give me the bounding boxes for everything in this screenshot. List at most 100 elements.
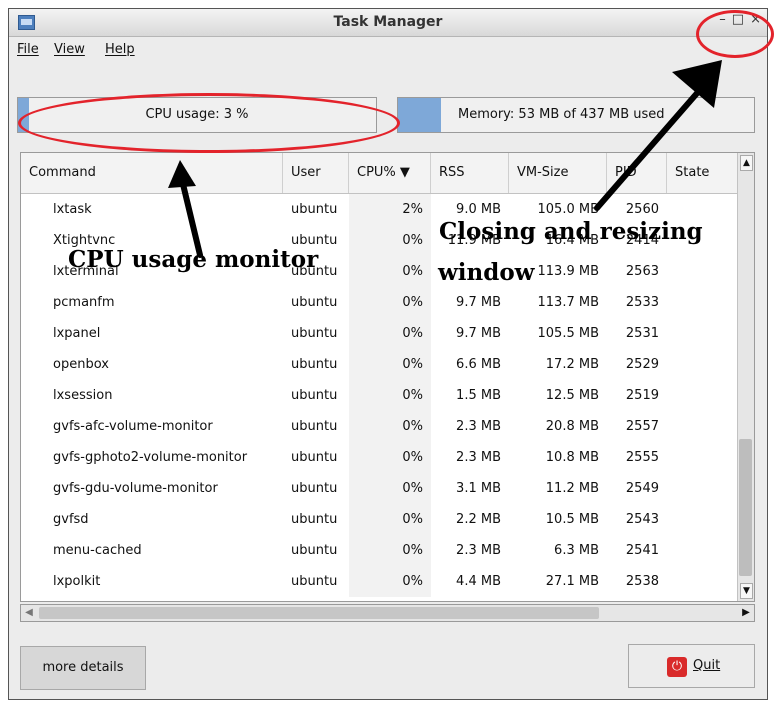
cpu-annotation-text: CPU usage monitor [68, 246, 319, 273]
cell-rss: 2.3 MB [456, 419, 501, 434]
cell-vm: 10.8 MB [545, 450, 599, 465]
table-row[interactable]: gvfs-gphoto2-volume-monitor ubuntu 0% 2.3 M… [21, 442, 739, 473]
cell-vm: 10.5 MB [545, 512, 599, 527]
window-annotation-text-line2: window [438, 259, 535, 286]
cell-state [667, 473, 739, 504]
cell-pid: 2557 [625, 419, 659, 434]
scroll-right-icon[interactable]: ▶ [739, 606, 753, 620]
cell-rss: 9.7 MB [456, 326, 501, 341]
table-row[interactable]: gvfs-afc-volume-monitor ubuntu 0% 2.3 MB 20.… [21, 411, 739, 442]
window-controls: – □ × [719, 12, 761, 27]
menu-file[interactable]: File [17, 42, 39, 57]
table-header: Command User CPU% ▼ RSS VM-Size PID Stat… [21, 153, 739, 194]
cell-vm: 27.1 MB [545, 574, 599, 589]
column-state[interactable]: State [667, 153, 739, 193]
cell-vm: 113.7 MB [537, 295, 599, 310]
column-pid[interactable]: PID [607, 153, 667, 193]
window-annotation-text-line1: Closing and resizing [439, 218, 703, 245]
vertical-scrollbar[interactable]: ▲ ▼ [737, 153, 754, 601]
cell-state [667, 504, 739, 535]
cpu-usage-label: CPU usage: 3 % [145, 107, 249, 122]
more-details-button[interactable]: more details [20, 646, 146, 690]
memory-usage-bar: Memory: 53 MB of 437 MB used [397, 97, 755, 133]
cell-command: lxpanel [53, 326, 101, 341]
cell-user: ubuntu [291, 481, 338, 496]
quit-button[interactable]: Quit [628, 644, 755, 688]
cell-user: ubuntu [291, 388, 338, 403]
close-icon[interactable]: × [750, 12, 761, 27]
cell-user: ubuntu [291, 543, 338, 558]
table-row[interactable]: openbox ubuntu 0% 6.6 MB 17.2 MB 2529 [21, 349, 739, 380]
table-row[interactable]: gvfsd ubuntu 0% 2.2 MB 10.5 MB 2543 [21, 504, 739, 535]
cell-cpu: 0% [349, 473, 431, 504]
column-rss[interactable]: RSS [431, 153, 509, 193]
cell-rss: 1.5 MB [456, 388, 501, 403]
cell-pid: 2555 [625, 450, 659, 465]
cell-cpu: 0% [349, 504, 431, 535]
cell-command: gvfs-afc-volume-monitor [53, 419, 213, 434]
table-row[interactable]: menu-cached ubuntu 0% 2.3 MB 6.3 MB 2541 [21, 535, 739, 566]
menu-help[interactable]: Help [105, 42, 135, 57]
cell-rss: 2.2 MB [456, 512, 501, 527]
cell-rss: 9.7 MB [456, 295, 501, 310]
table-row[interactable]: lxpolkit ubuntu 0% 4.4 MB 27.1 MB 2538 [21, 566, 739, 597]
cell-vm: 17.2 MB [545, 357, 599, 372]
cell-vm: 20.8 MB [545, 419, 599, 434]
window-title: Task Manager [333, 14, 443, 30]
menu-view[interactable]: View [54, 42, 85, 57]
table-row[interactable]: pcmanfm ubuntu 0% 9.7 MB 113.7 MB 2533 [21, 287, 739, 318]
scroll-up-icon[interactable]: ▲ [740, 155, 753, 171]
cell-cpu: 2% [349, 194, 431, 225]
cell-command: openbox [53, 357, 109, 372]
cell-cpu: 0% [349, 535, 431, 566]
cell-pid: 2529 [625, 357, 659, 372]
cell-command: menu-cached [53, 543, 142, 558]
cell-cpu: 0% [349, 566, 431, 597]
cell-state [667, 535, 739, 566]
table-row[interactable]: lxpanel ubuntu 0% 9.7 MB 105.5 MB 2531 [21, 318, 739, 349]
column-user[interactable]: User [283, 153, 349, 193]
cell-state [667, 318, 739, 349]
table-row[interactable]: gvfs-gdu-volume-monitor ubuntu 0% 3.1 MB 11.… [21, 473, 739, 504]
cell-user: ubuntu [291, 574, 338, 589]
cell-user: ubuntu [291, 357, 338, 372]
cell-pid: 2543 [625, 512, 659, 527]
cell-vm: 11.2 MB [545, 481, 599, 496]
cell-command: pcmanfm [53, 295, 115, 310]
horizontal-scroll-thumb[interactable] [39, 607, 599, 619]
cell-state [667, 566, 739, 597]
cell-state [667, 442, 739, 473]
power-icon [667, 657, 687, 677]
vertical-scroll-thumb[interactable] [739, 439, 752, 576]
cell-state [667, 411, 739, 442]
cell-cpu: 0% [349, 225, 431, 256]
menu-bar: File View Help [9, 37, 767, 63]
cell-state [667, 380, 739, 411]
memory-usage-label: Memory: 53 MB of 437 MB used [458, 107, 665, 122]
maximize-icon[interactable]: □ [732, 12, 744, 27]
cell-user: ubuntu [291, 295, 338, 310]
column-vm-size[interactable]: VM-Size [509, 153, 607, 193]
quit-label: Quit [693, 658, 721, 673]
cell-command: gvfs-gdu-volume-monitor [53, 481, 218, 496]
cell-pid: 2531 [625, 326, 659, 341]
table-row[interactable]: lxsession ubuntu 0% 1.5 MB 12.5 MB 2519 [21, 380, 739, 411]
cell-cpu: 0% [349, 287, 431, 318]
horizontal-scrollbar[interactable]: ◀ ▶ [20, 604, 755, 622]
cell-pid: 2533 [625, 295, 659, 310]
cell-pid: 2541 [625, 543, 659, 558]
column-cpu[interactable]: CPU% ▼ [349, 153, 431, 193]
cell-command: lxsession [53, 388, 113, 403]
cell-rss: 3.1 MB [456, 481, 501, 496]
cell-rss: 2.3 MB [456, 450, 501, 465]
scroll-down-icon[interactable]: ▼ [740, 583, 753, 599]
title-bar[interactable]: Task Manager – □ × [9, 9, 767, 37]
minimize-icon[interactable]: – [719, 12, 726, 27]
cell-state [667, 287, 739, 318]
cell-state [667, 256, 739, 287]
column-command[interactable]: Command [21, 153, 283, 193]
scroll-left-icon[interactable]: ◀ [22, 606, 36, 620]
cell-cpu: 0% [349, 318, 431, 349]
cell-cpu: 0% [349, 380, 431, 411]
cell-command: lxpolkit [53, 574, 101, 589]
